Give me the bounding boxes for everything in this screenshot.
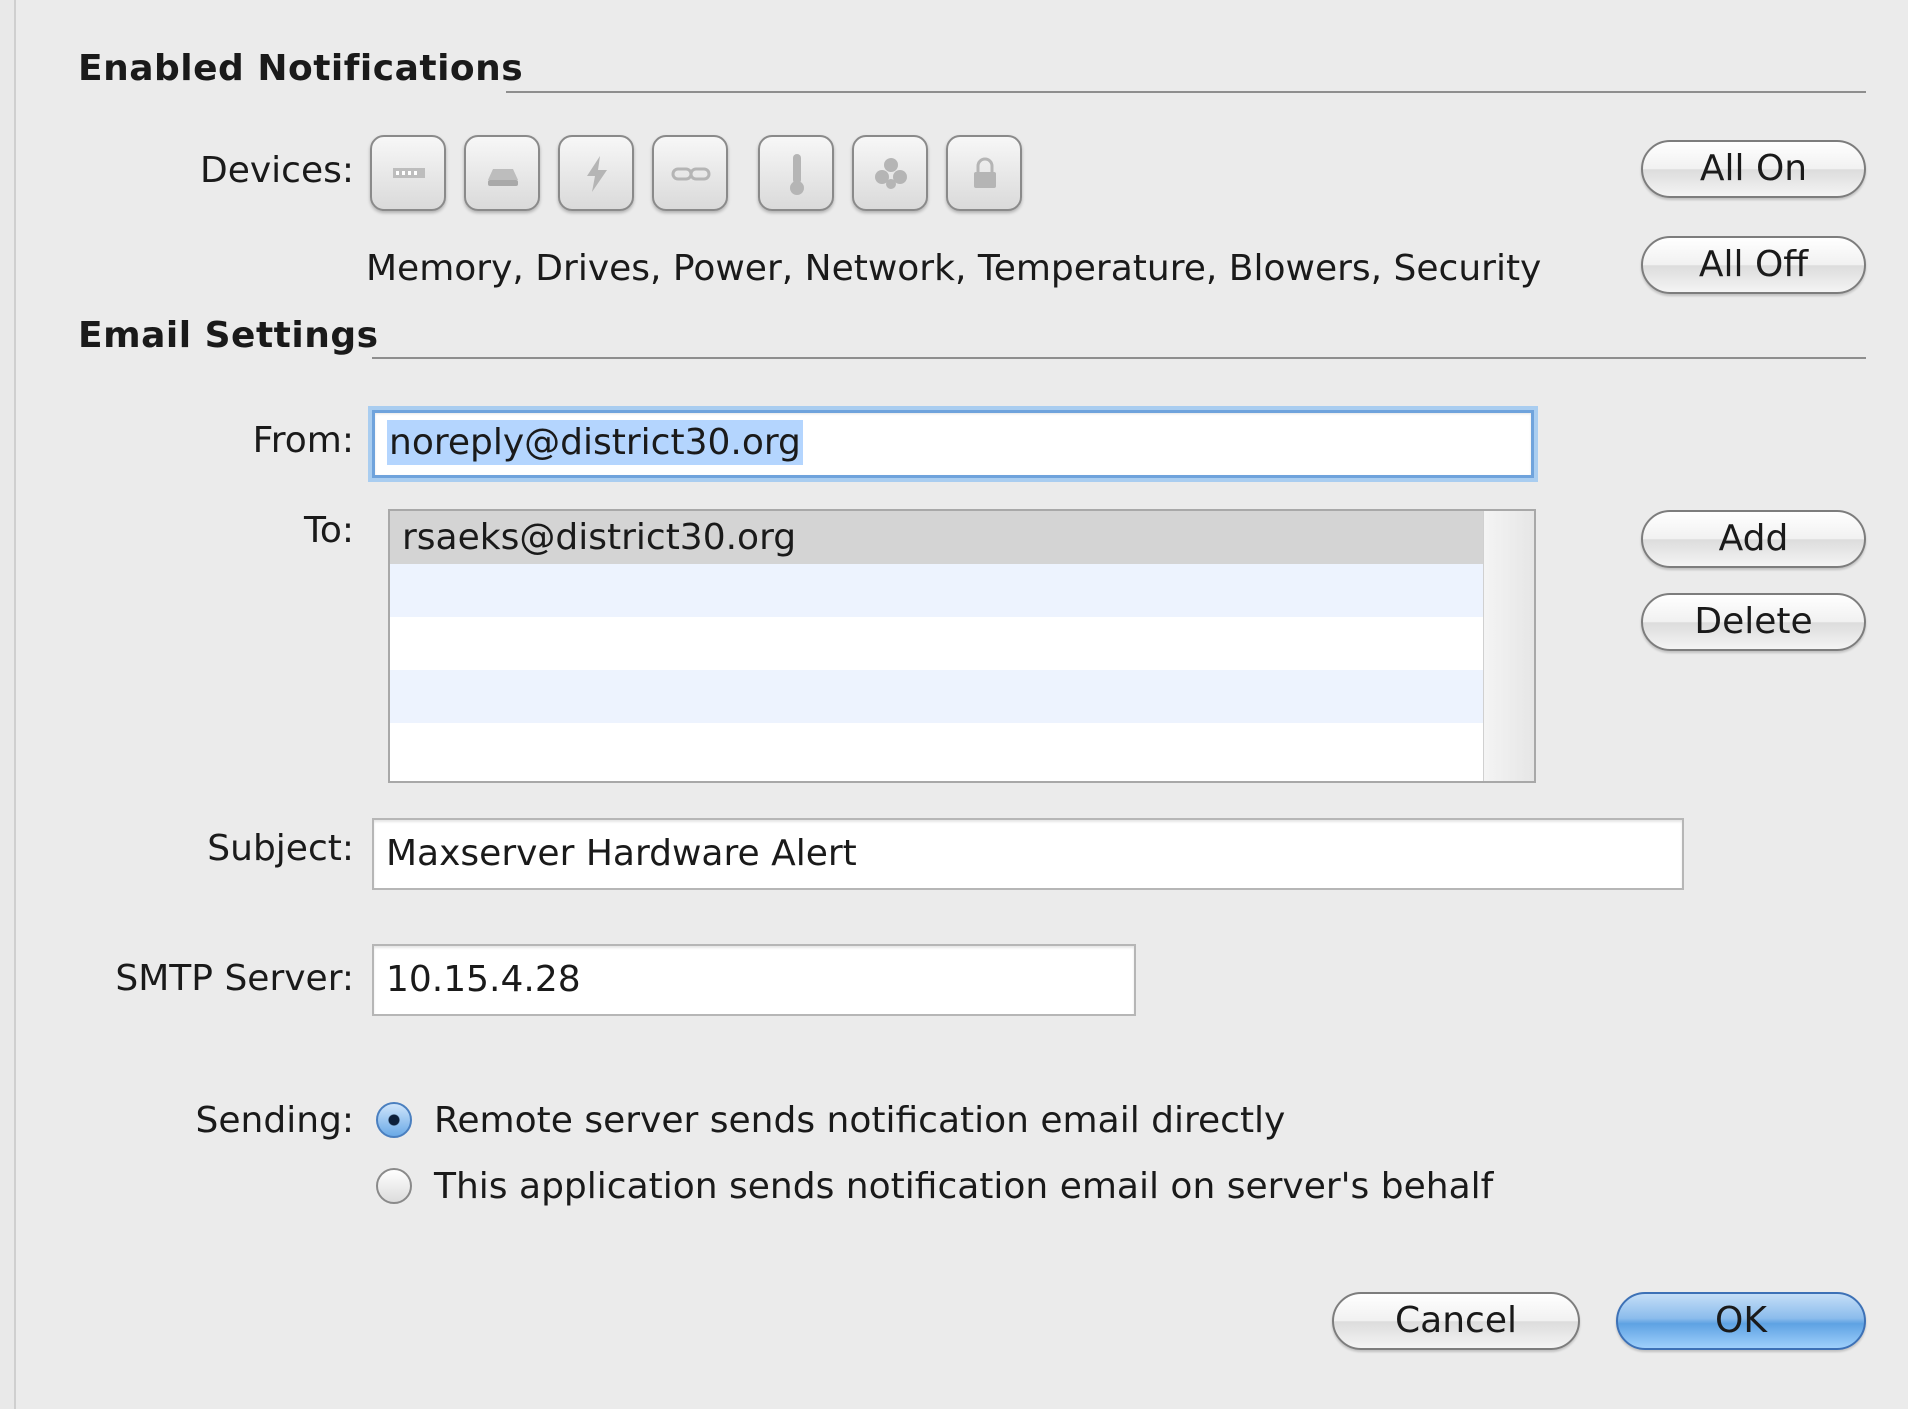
blowers-toggle-button[interactable] [852, 135, 928, 211]
list-item-empty [390, 723, 1484, 776]
to-recipients-list[interactable]: rsaeks@district30.org [388, 509, 1536, 783]
all-off-button[interactable]: All Off [1641, 236, 1866, 294]
delete-button[interactable]: Delete [1641, 593, 1866, 651]
all-on-button[interactable]: All On [1641, 140, 1866, 198]
devices-description: Memory, Drives, Power, Network, Temperat… [366, 248, 1542, 289]
subject-field[interactable]: Maxserver Hardware Alert [372, 818, 1684, 890]
from-label: From: [252, 420, 354, 461]
list-item-empty [390, 670, 1484, 723]
network-icon [671, 167, 711, 181]
cancel-button[interactable]: Cancel [1332, 1292, 1580, 1350]
from-value: noreply@district30.org [387, 420, 803, 465]
sending-label: Sending: [195, 1100, 354, 1141]
power-icon [587, 156, 607, 192]
smtp-server-label: SMTP Server: [115, 958, 354, 999]
drive-icon [488, 169, 518, 186]
power-toggle-button[interactable] [558, 135, 634, 211]
radio-remote-server[interactable] [376, 1102, 412, 1138]
temperature-icon [790, 154, 804, 195]
notification-settings-sheet: Enabled Notifications Devices: All On Al… [14, 0, 1908, 1409]
network-toggle-button[interactable] [652, 135, 728, 211]
section-divider [506, 91, 1866, 93]
temperature-toggle-button[interactable] [758, 135, 834, 211]
blower-icon [875, 158, 907, 189]
smtp-server-field[interactable]: 10.15.4.28 [372, 944, 1136, 1016]
list-item-empty [390, 564, 1484, 617]
subject-label: Subject: [207, 828, 354, 869]
security-icon [974, 157, 996, 188]
to-label: To: [303, 510, 354, 551]
list-item[interactable]: rsaeks@district30.org [390, 511, 1484, 564]
ok-button[interactable]: OK [1616, 1292, 1866, 1350]
email-settings-title: Email Settings [78, 315, 379, 356]
radio-remote-server-label[interactable]: Remote server sends notification email d… [434, 1100, 1285, 1141]
radio-this-application-label[interactable]: This application sends notification emai… [434, 1166, 1493, 1207]
security-toggle-button[interactable] [946, 135, 1022, 211]
drives-toggle-button[interactable] [464, 135, 540, 211]
list-item-empty [390, 617, 1484, 670]
memory-toggle-button[interactable] [370, 135, 446, 211]
add-button[interactable]: Add [1641, 510, 1866, 568]
radio-this-application[interactable] [376, 1168, 412, 1204]
enabled-notifications-title: Enabled Notifications [78, 48, 524, 89]
from-field[interactable]: noreply@district30.org [372, 410, 1534, 478]
list-scrollbar[interactable] [1483, 511, 1534, 781]
memory-icon [393, 168, 425, 178]
section-divider [372, 357, 1866, 359]
devices-label: Devices: [199, 150, 354, 191]
